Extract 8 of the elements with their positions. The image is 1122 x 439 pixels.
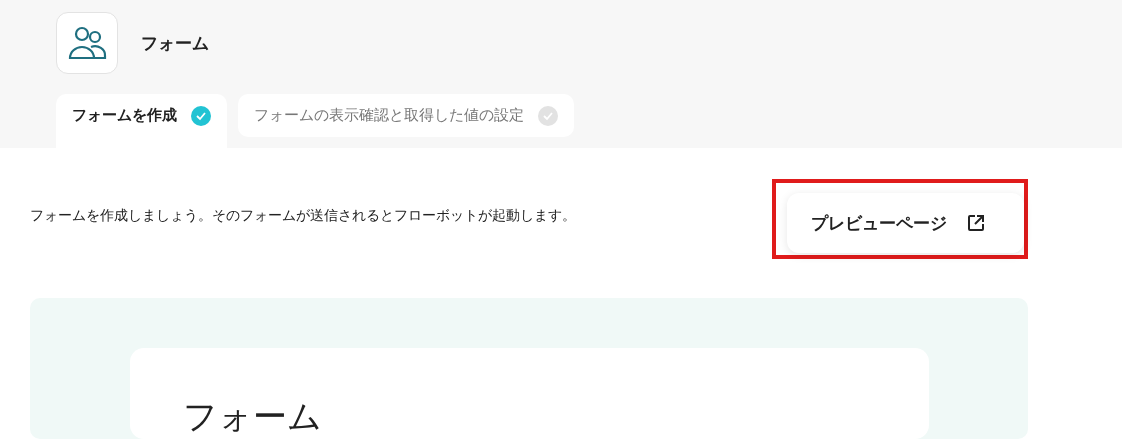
preview-button[interactable]: プレビューページ — [787, 193, 1024, 253]
page-title: フォーム — [141, 31, 209, 55]
step-tab[interactable]: フォームを作成 — [56, 94, 227, 148]
step-tab[interactable]: フォームの表示確認と取得した値の設定 — [238, 94, 574, 137]
form-title: フォーム — [183, 396, 322, 436]
people-icon — [56, 12, 118, 74]
external-link-icon — [967, 214, 985, 232]
description: フォームを作成しましょう。そのフォームが送信されるとフローボットが起動します。 — [30, 207, 576, 225]
